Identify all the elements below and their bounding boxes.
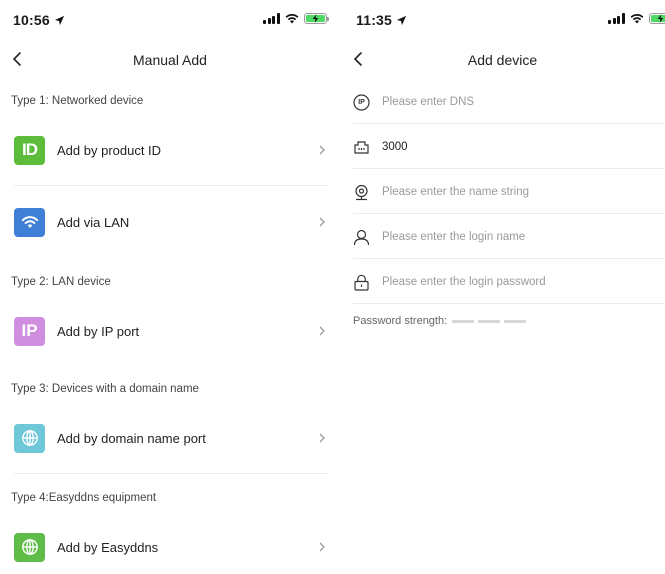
globe-icon: [14, 423, 45, 453]
status-time: 10:56: [13, 12, 65, 28]
cellular-signal-icon: [263, 13, 280, 24]
password-strength-meter: [452, 319, 527, 323]
password-strength: Password strength:: [353, 315, 527, 327]
divider: [353, 213, 665, 214]
section-label-type-3: Type 3: Devices with a domain name: [11, 383, 199, 395]
port-field-row[interactable]: [353, 125, 665, 169]
wifi-icon: [14, 207, 45, 237]
status-icons: [263, 13, 329, 24]
divider: [14, 473, 328, 474]
dns-input[interactable]: [382, 96, 652, 108]
page-title: Manual Add: [133, 52, 207, 68]
status-time-text: 11:35: [356, 12, 393, 28]
section-label-type-4: Type 4:Easyddns equipment: [11, 492, 157, 504]
location-arrow-icon: [396, 15, 407, 25]
add-via-lan-item[interactable]: Add via LAN: [14, 202, 328, 242]
divider: [353, 123, 665, 124]
login-password-input[interactable]: [382, 276, 652, 288]
globe-icon: [14, 532, 45, 562]
menu-item-label: Add by Easyddns: [57, 539, 159, 555]
add-by-domain-name-port-item[interactable]: Add by domain name port: [14, 418, 328, 458]
menu-item-label: Add by product ID: [57, 142, 162, 158]
status-icons: [608, 13, 665, 24]
section-label-type-2: Type 2: LAN device: [11, 276, 111, 288]
nav-bar: Manual Add: [0, 45, 340, 75]
battery-icon: [648, 13, 665, 24]
status-time-text: 10:56: [13, 12, 50, 28]
status-bar: 11:35: [340, 0, 665, 40]
status-time: 11:35: [356, 12, 407, 28]
login-name-input[interactable]: [382, 231, 652, 243]
password-strength-label: Password strength:: [353, 315, 448, 327]
name-string-field-row[interactable]: [353, 170, 665, 214]
ip-circle-icon: IP: [353, 93, 370, 111]
wifi-status-icon: [630, 14, 643, 24]
strength-bar: [478, 319, 501, 323]
menu-item-label: Add by domain name port: [57, 430, 206, 446]
user-icon: [353, 229, 370, 246]
chevron-right-icon: [319, 542, 325, 552]
wifi-status-icon: [285, 14, 298, 24]
login-password-field-row[interactable]: [353, 260, 665, 304]
menu-item-label: Add via LAN: [57, 214, 130, 230]
login-name-field-row[interactable]: [353, 215, 665, 259]
id-icon: ID: [14, 135, 45, 165]
section-label-type-1: Type 1: Networked device: [11, 95, 144, 107]
dns-field-row[interactable]: IP: [353, 80, 665, 124]
ip-icon: IP: [14, 316, 45, 346]
add-by-ip-port-item[interactable]: IP Add by IP port: [14, 311, 328, 351]
camera-icon: [353, 184, 370, 201]
manual-add-screen: 10:56 Manual Add Type 1: Networked devic…: [0, 0, 340, 574]
strength-bar: [452, 319, 475, 323]
location-arrow-icon: [54, 15, 64, 25]
chevron-right-icon: [319, 217, 325, 227]
name-string-input[interactable]: [382, 186, 652, 198]
nav-bar: Add device: [340, 45, 665, 75]
add-by-product-id-item[interactable]: ID Add by product ID: [14, 130, 328, 170]
chevron-right-icon: [319, 433, 325, 443]
add-by-easyddns-item[interactable]: Add by Easyddns: [14, 527, 328, 567]
divider: [353, 258, 665, 259]
status-bar: 10:56: [0, 0, 340, 40]
strength-bar: [504, 319, 527, 323]
port-input[interactable]: [382, 141, 652, 153]
divider: [14, 185, 328, 186]
menu-item-label: Add by IP port: [57, 323, 140, 339]
add-device-screen: 11:35 Add device IP Please enter DNS 300…: [340, 0, 665, 574]
cellular-signal-icon: [608, 13, 625, 24]
port-icon: [353, 139, 370, 156]
divider: [353, 303, 665, 304]
chevron-right-icon: [319, 145, 325, 155]
divider: [353, 168, 665, 169]
battery-icon: [303, 13, 329, 24]
lock-icon: [353, 274, 370, 291]
page-title: Add device: [467, 52, 538, 68]
chevron-right-icon: [319, 326, 325, 336]
